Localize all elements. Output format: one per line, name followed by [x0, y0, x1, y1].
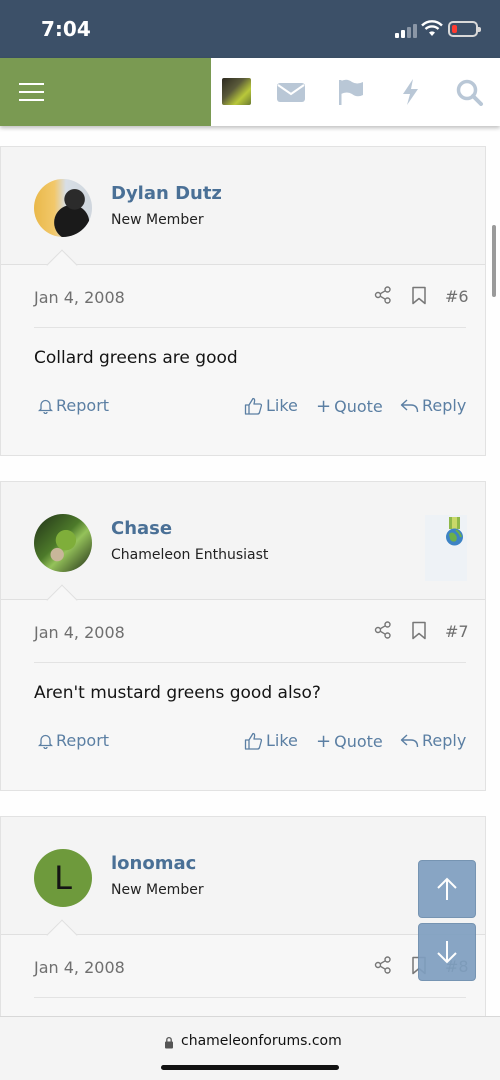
- wifi-icon: [421, 20, 443, 36]
- like-label: Like: [266, 396, 298, 415]
- avatar[interactable]: [34, 179, 92, 237]
- envelope-icon[interactable]: [276, 78, 306, 106]
- scrollbar-thumb[interactable]: [492, 225, 496, 297]
- username[interactable]: Chase: [111, 518, 172, 539]
- post-body: Collard greens are good: [34, 348, 238, 368]
- user-title: New Member: [111, 882, 204, 898]
- reply-label: Reply: [422, 396, 467, 415]
- search-icon[interactable]: [455, 78, 485, 106]
- post-date[interactable]: Jan 4, 2008: [34, 623, 125, 642]
- quote-button[interactable]: + Quote: [316, 731, 383, 752]
- post-number[interactable]: #7: [445, 622, 469, 641]
- quote-label: Quote: [334, 397, 383, 416]
- scroll-top-button[interactable]: [418, 860, 476, 918]
- quote-label: Quote: [334, 732, 383, 751]
- hamburger-icon[interactable]: [19, 81, 45, 103]
- plus-icon: +: [316, 731, 332, 752]
- arrow-up-icon: [437, 877, 457, 900]
- reply-label: Reply: [422, 731, 467, 750]
- post-number[interactable]: #6: [445, 287, 469, 306]
- username[interactable]: Dylan Dutz: [111, 183, 222, 204]
- user-title: Chameleon Enthusiast: [111, 547, 269, 563]
- like-button[interactable]: Like: [244, 731, 298, 750]
- nav-menu-area: [0, 58, 211, 126]
- signal-icon: [395, 24, 417, 38]
- share-icon[interactable]: [374, 956, 392, 974]
- post-7: Chase Chameleon Enthusiast Jan 4, 2008 #…: [0, 481, 486, 791]
- reply-button[interactable]: Reply: [400, 731, 466, 750]
- bookmark-icon[interactable]: [411, 286, 427, 305]
- thumbs-up-icon: [244, 732, 263, 750]
- report-label: Report: [56, 731, 110, 750]
- post-8: L lonomac New Member Jan 4, 2008 #8: [0, 816, 486, 1016]
- user-title: New Member: [111, 212, 204, 228]
- lock-icon: [165, 1036, 173, 1049]
- avatar[interactable]: [34, 514, 92, 572]
- thumbs-up-icon: [244, 397, 263, 415]
- flag-icon[interactable]: [336, 78, 366, 106]
- medal-icon: [446, 517, 463, 546]
- bookmark-icon[interactable]: [411, 621, 427, 640]
- trophy-badge[interactable]: [425, 515, 467, 581]
- account-avatar[interactable]: [222, 78, 251, 105]
- battery-icon: [448, 21, 481, 37]
- url-text[interactable]: chameleonforums.com: [181, 1033, 342, 1049]
- browser-address-bar[interactable]: chameleonforums.com: [0, 1016, 500, 1080]
- status-bar: 7:04: [0, 0, 500, 58]
- status-time: 7:04: [41, 17, 91, 41]
- bell-icon: [38, 399, 53, 414]
- report-label: Report: [56, 396, 110, 415]
- lightning-icon[interactable]: [396, 78, 426, 106]
- post-date[interactable]: Jan 4, 2008: [34, 288, 125, 307]
- like-label: Like: [266, 731, 298, 750]
- share-icon[interactable]: [374, 286, 392, 304]
- like-button[interactable]: Like: [244, 396, 298, 415]
- home-indicator[interactable]: [161, 1065, 339, 1070]
- reply-icon: [400, 398, 419, 412]
- report-button[interactable]: Report: [38, 396, 109, 415]
- post-date[interactable]: Jan 4, 2008: [34, 958, 125, 977]
- reply-icon: [400, 733, 419, 747]
- scroll-bottom-button[interactable]: [418, 923, 476, 981]
- report-button[interactable]: Report: [38, 731, 109, 750]
- bell-icon: [38, 734, 53, 749]
- post-6: Dylan Dutz New Member Jan 4, 2008 #6 Col…: [0, 146, 486, 456]
- arrow-down-icon: [437, 941, 457, 964]
- avatar[interactable]: L: [34, 849, 92, 907]
- username[interactable]: lonomac: [111, 853, 196, 874]
- reply-button[interactable]: Reply: [400, 396, 466, 415]
- plus-icon: +: [316, 396, 332, 417]
- quote-button[interactable]: + Quote: [316, 396, 383, 417]
- share-icon[interactable]: [374, 621, 392, 639]
- post-body: Aren't mustard greens good also?: [34, 683, 321, 703]
